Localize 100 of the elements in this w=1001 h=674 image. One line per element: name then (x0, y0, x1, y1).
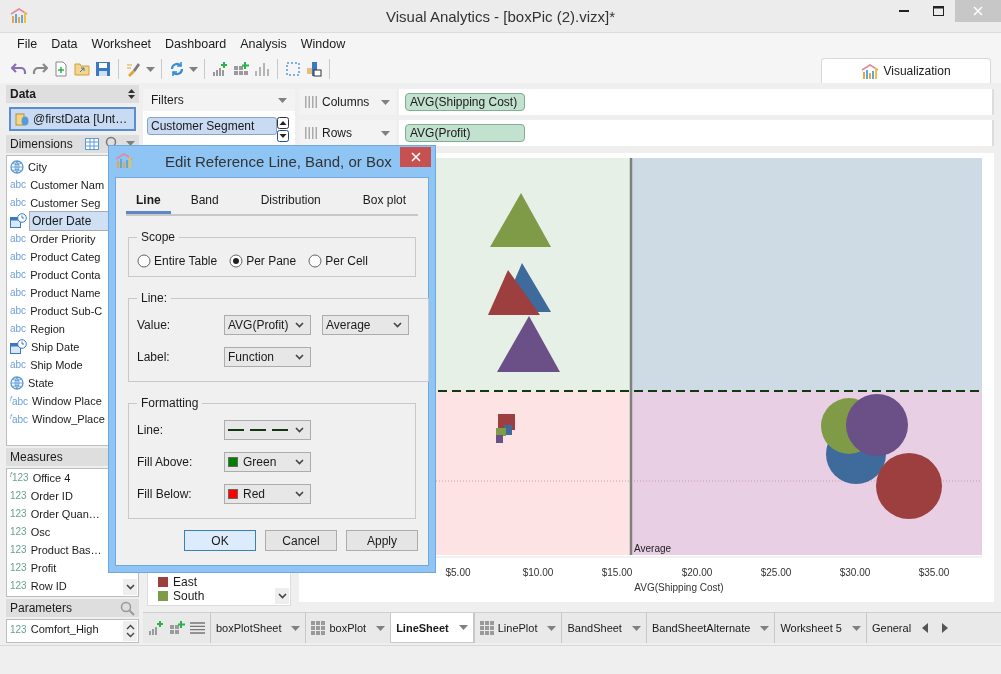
measure-item[interactable]: Row ID (28, 579, 69, 592)
sheet-tab[interactable]: LineSheet (390, 613, 474, 643)
list-icon[interactable] (190, 622, 205, 634)
add-grid-icon[interactable] (233, 61, 249, 77)
radio-icon[interactable] (137, 254, 151, 268)
menu-item[interactable]: Window (293, 37, 353, 51)
dropdown[interactable]: Red (224, 484, 311, 504)
dimension-item[interactable]: Region (28, 322, 67, 335)
dimension-item[interactable]: Customer Seg (28, 196, 103, 209)
caret-icon[interactable] (278, 97, 287, 103)
caret-icon[interactable] (189, 66, 198, 72)
dimension-item[interactable]: Customer Nam (28, 178, 107, 191)
folder-icon[interactable] (74, 61, 90, 77)
select-value: Red (243, 487, 265, 501)
caret-icon[interactable] (760, 625, 770, 631)
radio-icon[interactable] (229, 254, 244, 268)
caret-icon[interactable] (126, 141, 135, 147)
dimension-item[interactable]: Product Name (28, 286, 103, 299)
measure-item[interactable]: Osc (28, 525, 53, 538)
shelf-label[interactable]: Rows (299, 120, 396, 146)
data-source-item[interactable]: @firstData [Unt… (9, 106, 136, 131)
scroll-arrows-icon[interactable] (125, 624, 135, 638)
scroll-left-icon[interactable] (922, 623, 929, 633)
dialog-tab[interactable]: Distribution (250, 188, 331, 214)
menu-item[interactable]: Dashboard (158, 37, 234, 51)
measure-item[interactable]: Profit (28, 561, 59, 574)
dimension-item[interactable]: State (26, 376, 56, 389)
undo-icon[interactable] (11, 61, 27, 77)
table-icon[interactable] (85, 137, 99, 150)
dropdown[interactable]: Average (322, 315, 409, 335)
scroll-right-icon[interactable] (942, 623, 949, 633)
dialog-tab[interactable]: Box plot (352, 188, 417, 214)
dimension-item[interactable]: City (26, 160, 49, 173)
export-icon[interactable] (306, 61, 322, 77)
close-icon (973, 6, 983, 16)
dialog-button[interactable]: Apply (346, 530, 418, 551)
filter-pill[interactable]: Customer Segment (147, 117, 277, 135)
dimension-item[interactable]: Product Conta (28, 268, 103, 281)
measure-item[interactable]: Order Quan… (28, 507, 102, 520)
calendar-clock-icon (10, 339, 27, 355)
dropdown[interactable] (224, 420, 311, 440)
measure-item[interactable]: Product Bas… (28, 543, 104, 556)
caret-icon[interactable] (547, 625, 557, 631)
search-icon[interactable] (120, 600, 135, 616)
radio-option[interactable]: Per Pane (229, 254, 297, 268)
close-button[interactable] (400, 147, 431, 167)
dialog-button[interactable]: Cancel (265, 530, 337, 551)
dialog-tab[interactable]: Line (126, 188, 171, 214)
redo-icon[interactable] (32, 61, 48, 77)
dropdown[interactable]: Green (224, 452, 311, 472)
caret-icon[interactable] (381, 99, 390, 105)
dialog-button[interactable]: OK (184, 530, 256, 551)
type-label: 123 (10, 562, 27, 574)
dimension-item[interactable]: Window_Place (30, 412, 107, 425)
shelf-label[interactable]: Columns (299, 89, 396, 115)
dialog-tab[interactable]: Band (180, 188, 229, 214)
caret-icon[interactable] (146, 66, 155, 72)
caret-icon[interactable] (291, 625, 301, 631)
radio-option[interactable]: Entire Table (137, 254, 218, 268)
dimension-item[interactable]: Ship Mode (28, 358, 85, 371)
dimension-item[interactable]: Product Categ (28, 250, 103, 263)
dashed-box-icon[interactable] (285, 61, 301, 77)
scroll-down-icon[interactable] (277, 130, 289, 142)
save-icon[interactable] (95, 61, 111, 77)
menu-item[interactable]: File (10, 37, 45, 51)
measure-item[interactable]: Office 4 (30, 471, 73, 484)
radio-option[interactable]: Per Cell (308, 254, 368, 268)
axis-tick-label: $25.00 (760, 567, 792, 578)
menu-item[interactable]: Worksheet (84, 37, 159, 51)
caret-icon[interactable] (631, 625, 641, 631)
field-pill[interactable]: AVG(Profit) (405, 124, 525, 142)
parameter-item[interactable]: Comfort_High (28, 623, 101, 636)
dropdown[interactable]: Function (224, 347, 311, 367)
refresh-icon[interactable] (169, 61, 185, 77)
add-chart-icon[interactable] (212, 61, 228, 77)
caret-icon[interactable] (851, 625, 861, 631)
menu-item[interactable]: Analysis (233, 37, 294, 51)
dimension-item[interactable]: Product Sub-C (28, 304, 105, 317)
caret-icon[interactable] (376, 625, 386, 631)
brush-icon[interactable] (126, 61, 142, 77)
new-file-icon[interactable] (53, 61, 69, 77)
caret-icon[interactable] (381, 130, 390, 136)
caret-icon[interactable] (458, 625, 468, 630)
shelf-drop-area[interactable]: AVG(Profit) (399, 120, 994, 146)
measure-item[interactable]: Order ID (28, 489, 75, 502)
dimension-item[interactable]: Window Place (30, 394, 104, 407)
add-chart-icon[interactable] (148, 620, 164, 636)
scroll-up-icon[interactable] (277, 117, 289, 129)
add-grid-icon[interactable] (169, 620, 185, 636)
dimension-item[interactable]: Ship Date (29, 340, 82, 353)
sort-arrows-icon[interactable] (128, 88, 135, 99)
visualization-tab[interactable]: Visualization (821, 58, 991, 83)
field-pill[interactable]: AVG(Shipping Cost) (405, 93, 525, 111)
radio-icon[interactable] (308, 254, 323, 268)
shelf-drop-area[interactable]: AVG(Shipping Cost) (399, 89, 994, 115)
dropdown[interactable]: AVG(Profit) (224, 315, 311, 335)
bar-chart-icon[interactable] (254, 61, 270, 77)
type-label: $^{f}$123 (10, 471, 29, 484)
menu-item[interactable]: Data (44, 37, 85, 51)
dimension-item[interactable]: Order Priority (28, 232, 98, 245)
